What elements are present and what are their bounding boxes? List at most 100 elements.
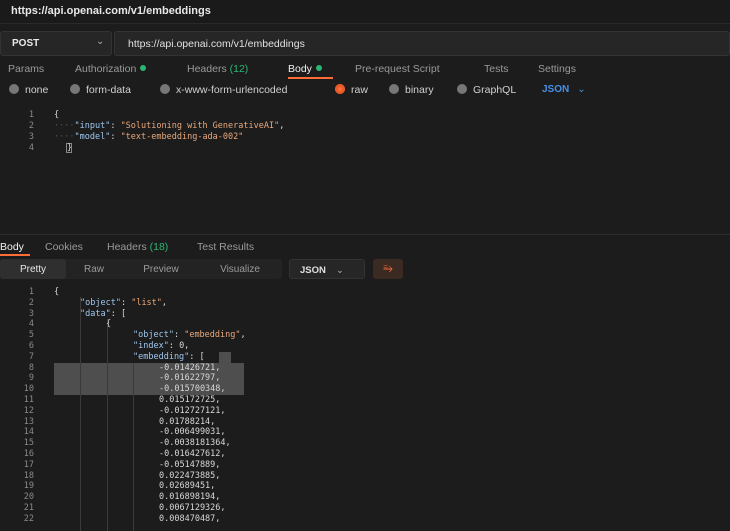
line-number: 2: [28, 121, 34, 131]
response-view-controls: Pretty Raw Preview Visualize JSON ⌄ ⥱: [0, 259, 730, 281]
code-line: ····"model": "text-embedding-ada-002": [54, 132, 244, 142]
method-label: POST: [12, 38, 40, 49]
code-line: -0.05147889,: [159, 459, 221, 470]
radio-icon: [389, 84, 399, 94]
code-line-close: }: [67, 143, 73, 153]
code-line: {: [54, 287, 60, 297]
radio-none[interactable]: none: [9, 84, 48, 96]
line-number: 20: [23, 492, 34, 503]
tab-response-headers[interactable]: Headers (18): [107, 241, 168, 253]
view-pretty[interactable]: Pretty: [0, 259, 66, 279]
request-url-row: POST ⌄ https://api.openai.com/v1/embeddi…: [0, 31, 730, 56]
method-select[interactable]: POST ⌄: [0, 31, 112, 56]
raw-format-select[interactable]: JSON ⌄: [542, 84, 586, 95]
code-line: -0.0038181364,: [159, 438, 231, 449]
pane-divider[interactable]: [0, 234, 730, 235]
line-number: 5: [28, 330, 34, 341]
view-raw[interactable]: Raw: [66, 259, 122, 279]
code-line: "embedding": [: [133, 351, 205, 362]
line-number: 8: [28, 362, 34, 373]
indent-guide: [80, 297, 81, 531]
tab-body[interactable]: Body: [288, 63, 322, 75]
code-line: 0.02689451,: [159, 481, 216, 492]
response-body-viewer[interactable]: 1 2 3 4 5 6 7 8 9 10 11 12 13 14 15 16 17 18 19 20 21 22{"obj…: [0, 285, 730, 531]
tab-tests[interactable]: Tests: [484, 63, 509, 75]
radio-selected-icon: [335, 84, 345, 94]
tab-params[interactable]: Params: [8, 63, 44, 75]
tab-headers[interactable]: Headers (12): [187, 63, 248, 75]
radio-icon: [70, 84, 80, 94]
line-number: 12: [23, 405, 34, 416]
code-line: 0.022473885,: [159, 470, 221, 481]
line-number: 17: [23, 459, 34, 470]
chevron-down-icon: ⌄: [96, 36, 105, 47]
response-tabs: Body Cookies Headers (18) Test Results: [0, 238, 730, 256]
selection-highlight: [219, 352, 231, 363]
code-line: "data": [: [80, 308, 127, 319]
code-line: "index": 0,: [133, 341, 190, 351]
window-title-bar: https://api.openai.com/v1/embeddings: [0, 0, 730, 24]
window-title: https://api.openai.com/v1/embeddings: [11, 5, 211, 17]
code-line: -0.01426721,: [159, 362, 221, 373]
line-number: 1: [28, 110, 34, 120]
line-number: 16: [23, 449, 34, 459]
tab-settings[interactable]: Settings: [538, 63, 576, 75]
code-line: -0.006499031,: [159, 427, 226, 438]
line-number: 19: [23, 481, 34, 492]
url-input[interactable]: https://api.openai.com/v1/embeddings: [114, 31, 730, 56]
radio-raw[interactable]: raw: [335, 84, 368, 96]
request-body-editor[interactable]: 1 2 3 4 { ····"input": "Solutioning with…: [0, 106, 730, 232]
line-number: 4: [28, 143, 34, 153]
line-number: 6: [28, 341, 34, 351]
tab-test-results[interactable]: Test Results: [197, 241, 254, 253]
url-text: https://api.openai.com/v1/embeddings: [128, 38, 305, 50]
line-number: 18: [23, 470, 34, 481]
code-line: -0.012727121,: [159, 405, 226, 416]
wrap-lines-icon: ⥱: [383, 261, 393, 275]
line-number: 22: [23, 513, 34, 524]
code-line: -0.015700348,: [159, 384, 226, 395]
tab-pre-request-script[interactable]: Pre-request Script: [355, 63, 440, 75]
line-number: 9: [28, 373, 34, 384]
line-number: 11: [23, 395, 34, 405]
line-number: 3: [28, 308, 34, 319]
tab-response-body[interactable]: Body: [0, 241, 24, 253]
radio-x-www-form-urlencoded[interactable]: x-www-form-urlencoded: [160, 84, 287, 96]
code-line: -0.01622797,: [159, 373, 221, 384]
code-line: 0.015172725,: [159, 395, 221, 405]
line-number: 15: [23, 438, 34, 449]
view-preview[interactable]: Preview: [128, 259, 194, 279]
chevron-down-icon: ⌄: [577, 84, 586, 95]
radio-form-data[interactable]: form-data: [70, 84, 131, 96]
body-type-options: none form-data x-www-form-urlencoded raw…: [0, 82, 730, 100]
line-number: 21: [23, 503, 34, 513]
chevron-down-icon: ⌄: [335, 265, 344, 276]
code-line: {: [54, 110, 60, 120]
line-number: 4: [28, 319, 34, 330]
indent-guide: [133, 363, 134, 531]
wrap-lines-button[interactable]: ⥱: [373, 259, 403, 279]
code-line: {: [106, 319, 112, 330]
status-dot-icon: [315, 65, 322, 71]
radio-graphql[interactable]: GraphQL: [457, 84, 516, 96]
response-format-select[interactable]: JSON ⌄: [289, 259, 365, 279]
tab-authorization[interactable]: Authorization: [75, 63, 147, 75]
active-tab-underline: [0, 254, 30, 256]
view-visualize[interactable]: Visualize: [204, 259, 276, 279]
line-number: 7: [28, 351, 34, 362]
tab-cookies[interactable]: Cookies: [45, 241, 83, 253]
indent-guide: [107, 319, 108, 531]
line-number: 3: [28, 132, 34, 142]
line-number: 1: [28, 287, 34, 297]
line-number: 14: [23, 427, 34, 438]
code-line: -0.016427612,: [159, 449, 226, 459]
radio-icon: [160, 84, 170, 94]
status-dot-icon: [140, 65, 147, 71]
radio-icon: [457, 84, 467, 94]
code-line: ····"input": "Solutioning with Generativ…: [54, 121, 285, 131]
code-line: 0.01788214,: [159, 416, 216, 427]
code-line: "object": "list",: [80, 297, 168, 308]
line-number: 2: [28, 297, 34, 308]
radio-binary[interactable]: binary: [389, 84, 434, 96]
code-line: 0.0067129326,: [159, 503, 226, 513]
